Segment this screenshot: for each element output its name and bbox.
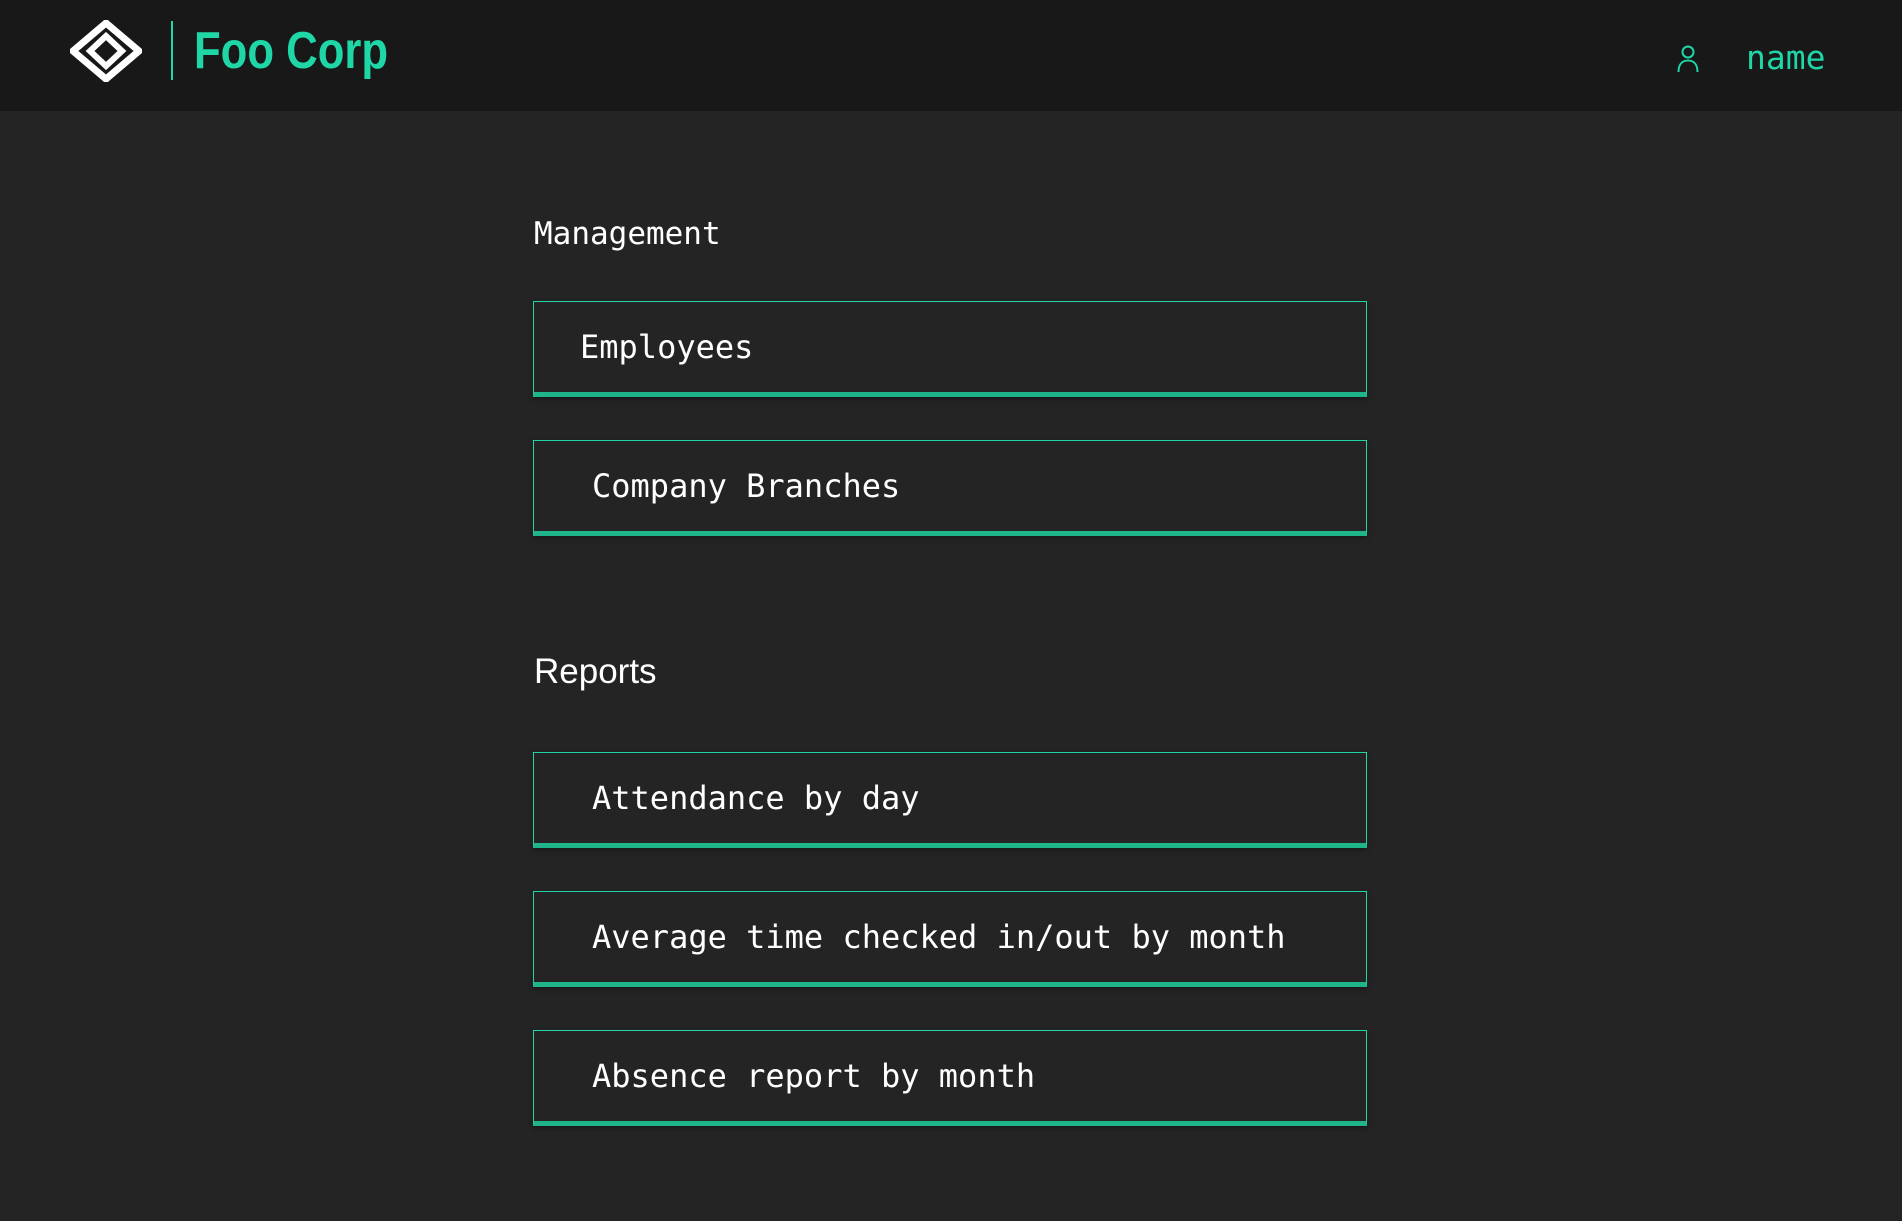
section-title-management: Management: [534, 216, 721, 252]
absence-report-label: Absence report by month: [592, 1057, 1036, 1095]
logo-divider: [171, 21, 173, 80]
brand-name[interactable]: Foo Corp: [194, 16, 388, 86]
user-name[interactable]: name: [1746, 36, 1825, 80]
top-header: Foo Corp name: [0, 0, 1902, 111]
attendance-by-day-label: Attendance by day: [592, 779, 920, 817]
diamond-logo-icon[interactable]: [70, 20, 142, 82]
employees-button[interactable]: Employees: [533, 301, 1367, 397]
section-title-reports: Reports: [534, 652, 657, 691]
average-time-checked-label: Average time checked in/out by month: [592, 918, 1286, 956]
user-icon[interactable]: [1676, 44, 1700, 74]
absence-report-button[interactable]: Absence report by month: [533, 1030, 1367, 1126]
employees-label: Employees: [580, 328, 754, 366]
company-branches-label: Company Branches: [592, 467, 901, 505]
company-branches-button[interactable]: Company Branches: [533, 440, 1367, 536]
attendance-by-day-button[interactable]: Attendance by day: [533, 752, 1367, 848]
average-time-checked-button[interactable]: Average time checked in/out by month: [533, 891, 1367, 987]
